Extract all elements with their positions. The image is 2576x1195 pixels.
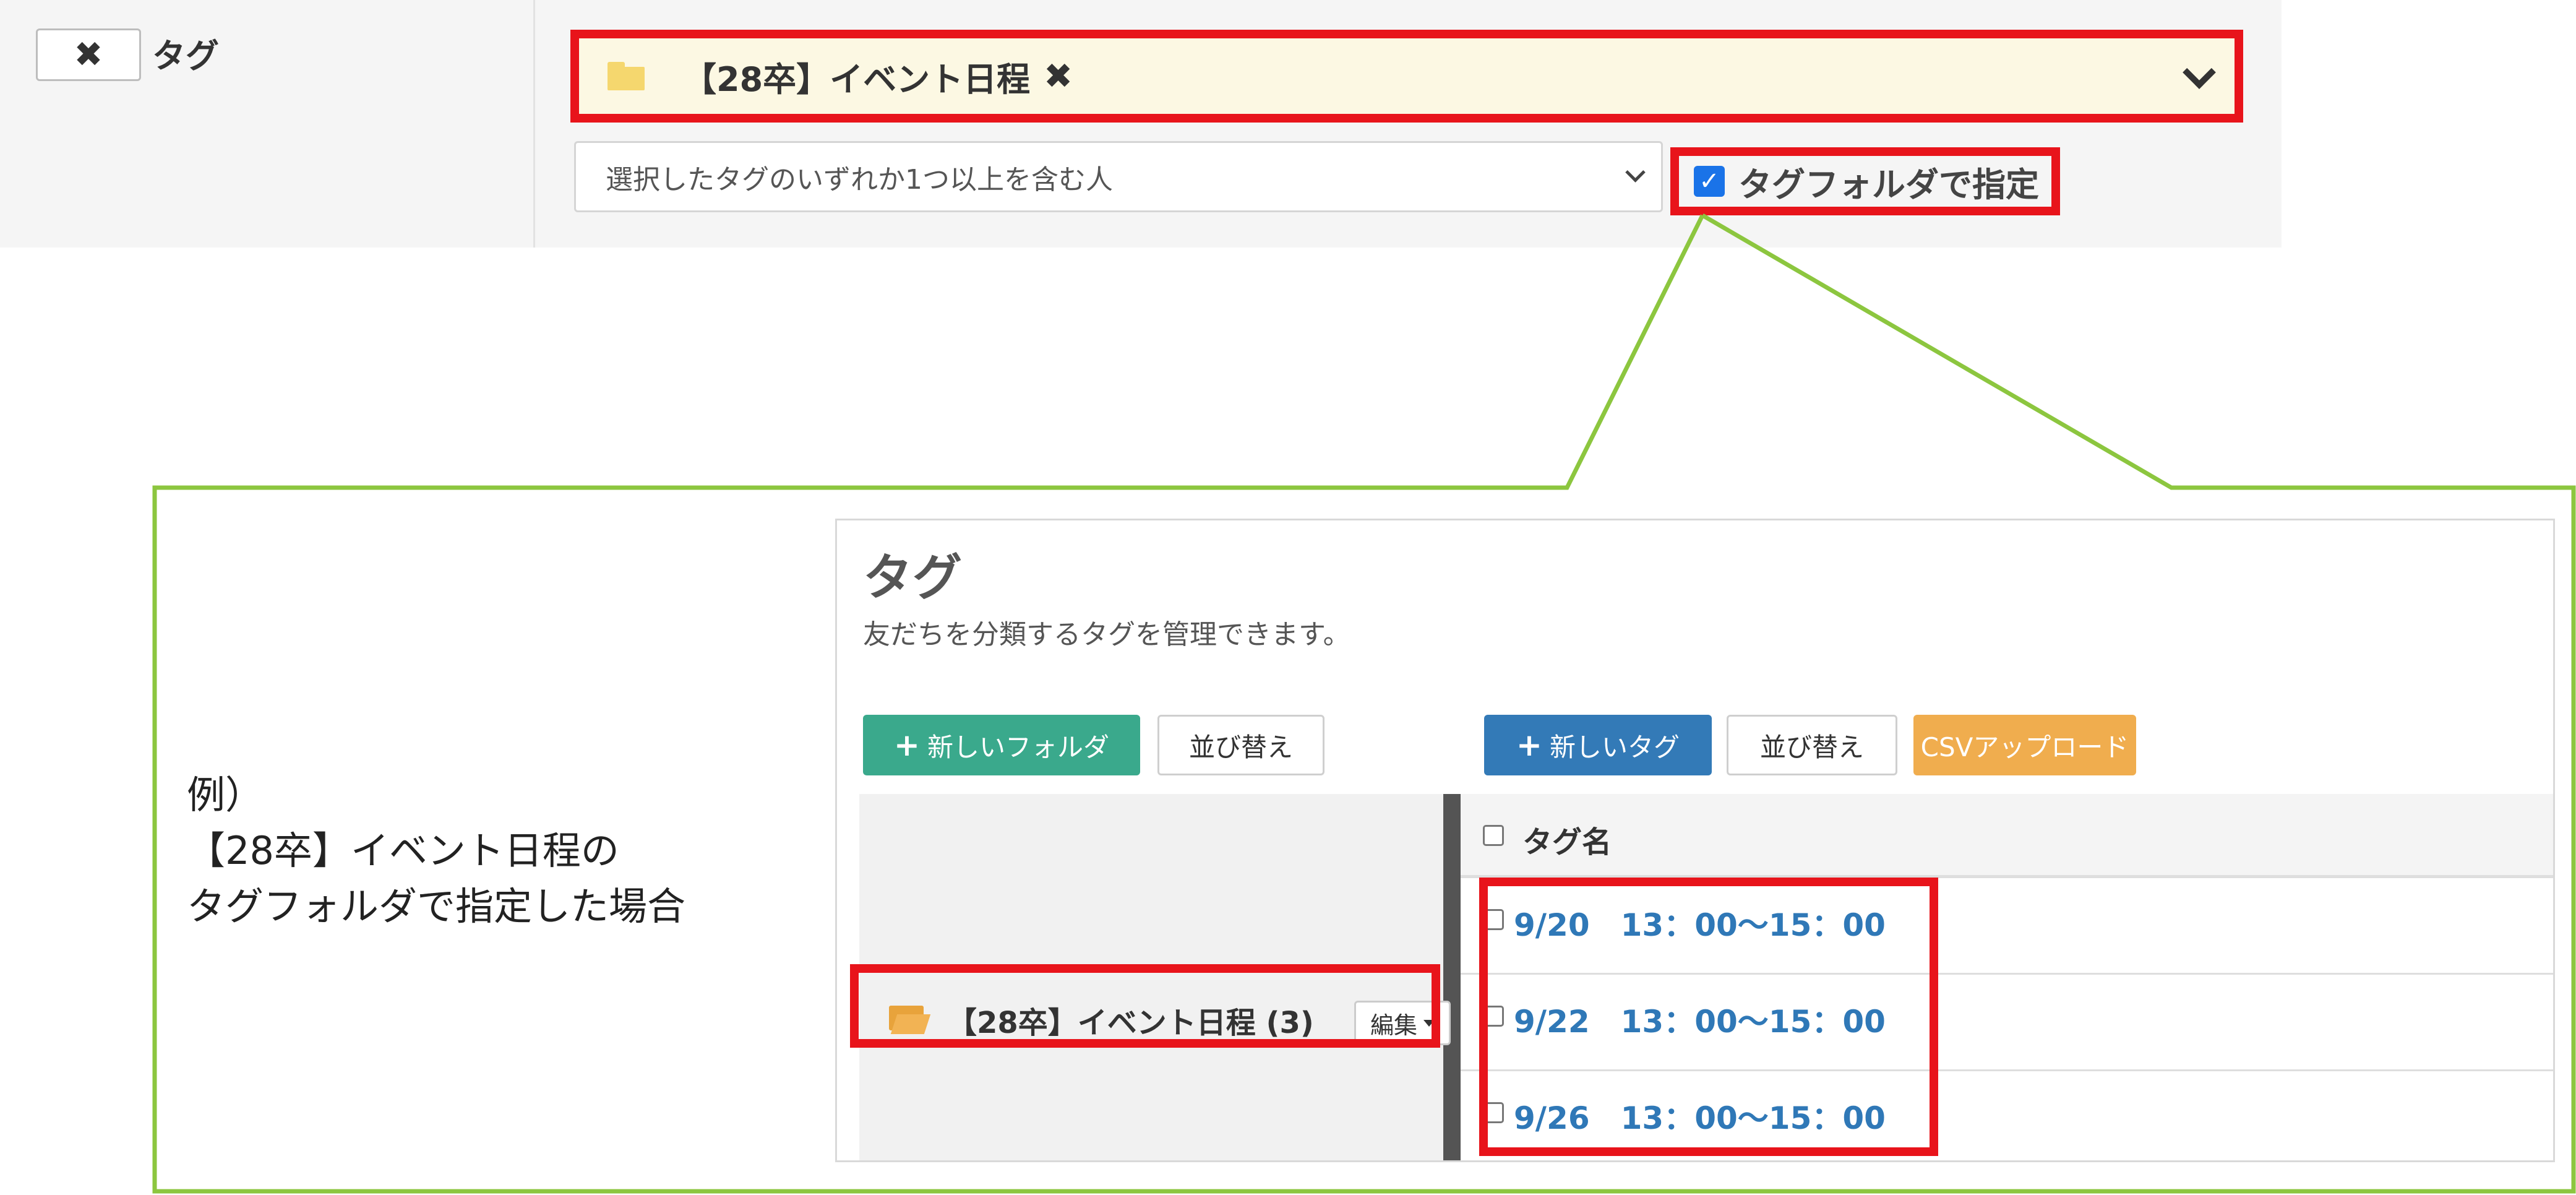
page-title: タグ [863, 549, 962, 606]
page-subtitle: 友だちを分類するタグを管理できます。 [863, 619, 1350, 650]
pane-divider[interactable] [1443, 794, 1461, 1160]
column-header-tag-name: タグ名 [1522, 825, 1612, 860]
tag-sort-button[interactable]: 並び替え [1727, 715, 1897, 775]
new-tag-label: 新しいタグ [1549, 731, 1680, 762]
table-header: タグ名 [1461, 794, 2553, 878]
select-all-checkbox[interactable] [1483, 825, 1504, 846]
caption-line: 【28卒】イベント日程の [187, 828, 619, 873]
folder-highlight-frame [850, 964, 1440, 1048]
caption-line: 例） [187, 772, 264, 818]
new-folder-label: 新しいフォルダ [927, 731, 1109, 762]
plus-icon: + [894, 727, 920, 763]
example-caption: 例） 【28卒】イベント日程の タグフォルダで指定した場合 [187, 767, 685, 934]
new-folder-button[interactable]: + 新しいフォルダ [863, 715, 1140, 775]
new-tag-button[interactable]: + 新しいタグ [1484, 715, 1712, 775]
tag-rows-highlight-frame [1479, 878, 1938, 1156]
csv-upload-button[interactable]: CSVアップロード [1913, 715, 2136, 775]
caption-line: タグフォルダで指定した場合 [187, 884, 686, 929]
plus-icon: + [1516, 727, 1542, 763]
folder-sort-button[interactable]: 並び替え [1157, 715, 1324, 775]
